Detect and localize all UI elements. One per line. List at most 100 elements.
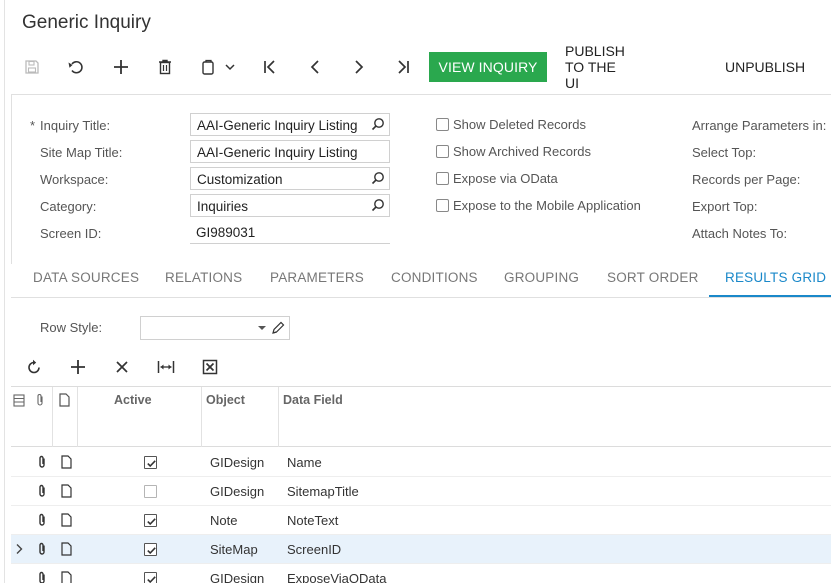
screen-id-field: GI989031: [190, 221, 390, 244]
column-header-active[interactable]: Active: [114, 393, 152, 407]
attachment-icon[interactable]: [37, 513, 47, 530]
tab-results-grid[interactable]: RESULTS GRID: [725, 270, 826, 285]
data-field-cell: ScreenID: [287, 542, 342, 557]
tab-grouping[interactable]: GROUPING: [504, 270, 579, 285]
left-edge: [0, 0, 5, 583]
fit-columns-icon[interactable]: [154, 356, 178, 378]
note-header-icon: [59, 393, 70, 410]
add-row-icon[interactable]: [66, 356, 90, 378]
delete-icon[interactable]: [151, 52, 179, 82]
attachment-icon[interactable]: [37, 542, 47, 559]
active-checkbox[interactable]: [144, 572, 157, 583]
active-checkbox[interactable]: [144, 543, 157, 556]
tab-bar: DATA SOURCES RELATIONS PARAMETERS CONDIT…: [11, 264, 831, 298]
current-row-arrow-icon: [15, 543, 23, 558]
attach-notes-to-label: Attach Notes To:: [692, 226, 788, 241]
workspace-value: Customization: [197, 172, 283, 187]
checkbox-box[interactable]: [436, 199, 449, 212]
add-icon[interactable]: [107, 52, 135, 82]
note-icon[interactable]: [61, 455, 72, 472]
screen-id-label: Screen ID:: [40, 226, 102, 241]
row-selector-header-icon[interactable]: [13, 394, 25, 410]
data-field-cell: ExposeViaOData: [287, 571, 387, 583]
active-checkbox[interactable]: [144, 514, 157, 527]
copy-paste-icon[interactable]: [195, 52, 223, 82]
inquiry-title-field[interactable]: AAI-Generic Inquiry Listing: [190, 113, 390, 136]
data-field-cell: Name: [287, 455, 322, 470]
search-icon[interactable]: [371, 198, 385, 215]
checkbox-label: Show Archived Records: [453, 144, 592, 159]
expose-mobile-checkbox[interactable]: Expose to the Mobile Application: [436, 198, 641, 213]
delete-row-icon[interactable]: [110, 356, 134, 378]
checkbox-box[interactable]: [436, 172, 449, 185]
category-label: Category:: [40, 199, 97, 214]
category-value: Inquiries: [197, 199, 249, 214]
select-top-label: Select Top:: [692, 145, 757, 160]
attachment-icon[interactable]: [37, 455, 47, 472]
column-header-object[interactable]: Object: [206, 393, 245, 407]
tab-sort-order[interactable]: SORT ORDER: [607, 270, 699, 285]
previous-record-icon[interactable]: [301, 52, 329, 82]
expose-via-odata-checkbox[interactable]: Expose via OData: [436, 171, 558, 186]
data-field-cell: NoteText: [287, 513, 339, 528]
view-inquiry-button[interactable]: VIEW INQUIRY: [429, 52, 547, 82]
table-row-selected[interactable]: SiteMap ScreenID: [11, 535, 831, 564]
attachment-icon[interactable]: [37, 484, 47, 501]
note-icon[interactable]: [61, 484, 72, 501]
object-cell: Note: [210, 513, 238, 528]
column-divider: [52, 387, 53, 447]
refresh-icon[interactable]: [22, 356, 46, 378]
note-icon[interactable]: [61, 571, 72, 583]
object-cell: GIDesign: [210, 571, 265, 583]
pencil-icon[interactable]: [271, 321, 285, 338]
grid-header: Active Object Data Field: [11, 387, 831, 447]
column-divider: [278, 387, 279, 447]
tab-relations[interactable]: RELATIONS: [165, 270, 242, 285]
note-icon[interactable]: [61, 542, 72, 559]
chevron-down-icon[interactable]: [221, 52, 239, 82]
column-header-data-field[interactable]: Data Field: [283, 393, 343, 407]
row-style-select[interactable]: [140, 316, 290, 340]
table-row[interactable]: Note NoteText: [11, 506, 831, 535]
unpublish-button[interactable]: UNPUBLISH: [725, 52, 805, 82]
checkbox-label: Expose via OData: [453, 171, 558, 186]
table-row[interactable]: GIDesign SitemapTitle: [11, 477, 831, 506]
inquiry-title-label: Inquiry Title:: [40, 118, 111, 133]
arrange-parameters-label: Arrange Parameters in:: [692, 118, 827, 133]
inquiry-title-value: AAI-Generic Inquiry Listing: [197, 118, 358, 133]
page-title: Generic Inquiry: [22, 12, 151, 33]
checkbox-box[interactable]: [436, 118, 449, 131]
search-icon[interactable]: [371, 117, 385, 134]
last-record-icon[interactable]: [389, 52, 417, 82]
publish-to-ui-button[interactable]: PUBLISH TO THE UI: [565, 43, 625, 91]
column-divider: [77, 387, 78, 447]
search-icon[interactable]: [371, 171, 385, 188]
active-checkbox[interactable]: [144, 485, 157, 498]
tab-conditions[interactable]: CONDITIONS: [391, 270, 478, 285]
undo-icon[interactable]: [62, 52, 90, 82]
dropdown-caret-icon[interactable]: [258, 326, 266, 330]
tab-data-sources[interactable]: DATA SOURCES: [33, 270, 139, 285]
export-excel-icon[interactable]: [198, 356, 222, 378]
save-icon[interactable]: [18, 52, 46, 82]
table-row[interactable]: GIDesign Name: [11, 448, 831, 477]
object-cell: SiteMap: [210, 542, 258, 557]
show-deleted-records-checkbox[interactable]: Show Deleted Records: [436, 117, 586, 132]
site-map-title-field[interactable]: AAI-Generic Inquiry Listing: [190, 140, 390, 163]
show-archived-records-checkbox[interactable]: Show Archived Records: [436, 144, 591, 159]
next-record-icon[interactable]: [345, 52, 373, 82]
column-divider: [201, 387, 202, 447]
table-row[interactable]: GIDesign ExposeViaOData: [11, 564, 831, 583]
category-field[interactable]: Inquiries: [190, 194, 390, 217]
records-per-page-label: Records per Page:: [692, 172, 801, 187]
tab-parameters[interactable]: PARAMETERS: [270, 270, 364, 285]
checkbox-box[interactable]: [436, 145, 449, 158]
active-checkbox[interactable]: [144, 456, 157, 469]
workspace-field[interactable]: Customization: [190, 167, 390, 190]
attachment-icon[interactable]: [37, 571, 47, 583]
object-cell: GIDesign: [210, 455, 265, 470]
row-style-label: Row Style:: [40, 320, 103, 335]
first-record-icon[interactable]: [256, 52, 284, 82]
required-mark: *: [30, 118, 36, 133]
note-icon[interactable]: [61, 513, 72, 530]
